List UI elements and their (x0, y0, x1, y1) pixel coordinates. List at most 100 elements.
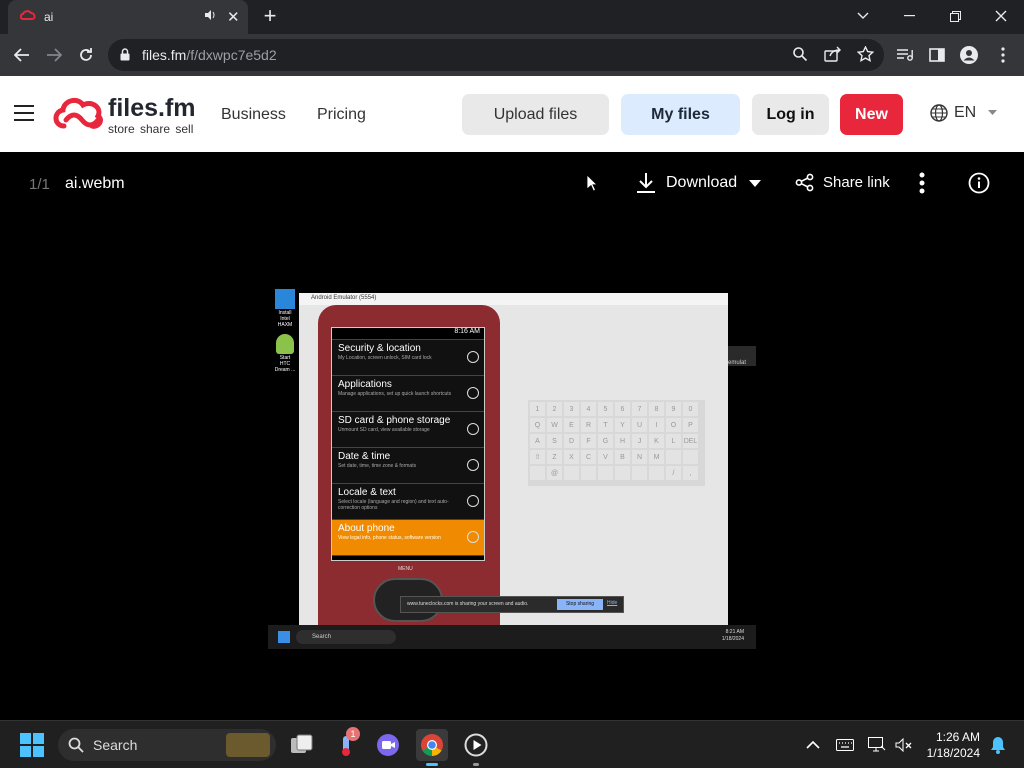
chevron-circle-icon (467, 531, 479, 543)
download-label: Download (666, 174, 738, 191)
clock-time: 1:26 AM (935, 730, 980, 744)
taskbar-search[interactable]: Search (58, 729, 276, 761)
language-code: EN (954, 104, 977, 121)
lock-icon[interactable] (120, 48, 130, 66)
download-button[interactable]: Download (636, 172, 762, 194)
share-icon (795, 173, 814, 192)
restore-button[interactable] (932, 0, 978, 32)
files-fm-favicon (19, 10, 36, 25)
media-player-icon[interactable] (460, 729, 492, 766)
profile-icon[interactable] (956, 43, 982, 67)
keyboard-icon[interactable] (829, 729, 861, 761)
keyboard-row: A S D F G H J K L DEL (528, 432, 705, 448)
chevron-circle-icon (467, 423, 479, 435)
video-player[interactable]: Install Intel HAXM Start HTC Dream ... e… (268, 286, 756, 651)
meet-icon[interactable] (372, 729, 404, 761)
settings-item[interactable]: SD card & phone storage Unmount SD card, … (332, 412, 484, 448)
chevron-circle-icon (467, 459, 479, 471)
zoom-search-icon[interactable] (792, 46, 808, 67)
mouse-cursor-icon (586, 174, 598, 197)
terminal-window: emulat (728, 346, 756, 366)
side-panel-icon[interactable] (924, 43, 950, 67)
share-notice-text: www.tuneclocks.com is sharing your scree… (407, 601, 529, 607)
settings-item[interactable]: Locale & text Select locale (language and… (332, 484, 484, 520)
chevron-down-icon (749, 179, 762, 187)
keyboard-row: 1234567890 (528, 400, 705, 416)
status-bar: 8:16 AM (332, 328, 484, 340)
files-fm-logo[interactable]: files.fm store share sell (52, 94, 196, 137)
brand-tagline: store share sell (108, 122, 194, 136)
media-controls-icon[interactable] (892, 43, 918, 67)
reload-icon[interactable] (73, 43, 99, 67)
login-button[interactable]: Log in (752, 94, 829, 135)
recorded-taskbar: Search 8:21 AM 1/18/2024 (268, 625, 756, 649)
caret-down-icon (988, 110, 998, 115)
tab-strip: ai ✕ + (0, 0, 1024, 34)
close-window-button[interactable] (978, 0, 1024, 32)
new-button[interactable]: New (840, 94, 903, 135)
running-indicator (473, 763, 479, 766)
emulator-title: Android Emulator (5554) (299, 293, 728, 305)
emulator-window: Android Emulator (5554) 8:16 AM Security… (299, 293, 728, 630)
settings-item[interactable]: Applications Manage applications, set up … (332, 376, 484, 412)
windows-logo-icon (278, 631, 290, 643)
keyboard-row: QWERTYUIOP (528, 416, 705, 432)
share-link-label: Share link (823, 174, 890, 191)
keyboard-row: ⇧ Z X C V B N M (528, 448, 705, 464)
info-icon[interactable] (968, 172, 990, 199)
my-files-button[interactable]: My files (621, 94, 740, 135)
nav-pricing[interactable]: Pricing (317, 106, 366, 124)
browser-tab[interactable]: ai ✕ (8, 0, 248, 34)
search-icon (68, 737, 84, 753)
viewer-toolbar: 1/1 ai.webm Download Share link (0, 152, 1024, 214)
speaker-icon[interactable] (204, 9, 216, 24)
nav-business[interactable]: Business (221, 106, 286, 124)
volume-muted-icon[interactable] (888, 729, 920, 761)
chrome-menu-icon[interactable] (990, 43, 1016, 67)
forward-icon[interactable] (41, 43, 67, 67)
share-page-icon[interactable] (824, 46, 842, 67)
hamburger-menu-icon[interactable] (14, 105, 34, 121)
recorded-search: Search (296, 630, 396, 644)
file-name: ai.webm (65, 175, 125, 192)
close-tab-icon[interactable]: ✕ (227, 8, 240, 26)
new-tab-button[interactable]: + (258, 4, 282, 28)
stop-sharing-button[interactable]: Stop sharing (557, 599, 603, 610)
keyboard-row: @ /, (528, 464, 705, 480)
address-bar[interactable]: files.fm/f/dxwpc7e5d2 (108, 39, 884, 71)
language-selector[interactable]: EN (930, 104, 998, 122)
settings-item-selected[interactable]: About phone View legal info, phone status… (332, 520, 484, 556)
task-view-icon[interactable] (286, 729, 318, 761)
start-button[interactable] (16, 729, 48, 761)
upload-files-button[interactable]: Upload files (462, 94, 609, 135)
desktop-icon: Install Intel HAXM (274, 289, 296, 328)
taskbar-clock[interactable]: 1:26 AM 1/18/2024 (922, 729, 980, 761)
more-options-icon[interactable] (919, 172, 925, 199)
bookmark-star-icon[interactable] (856, 45, 875, 67)
tab-search-icon[interactable] (840, 0, 886, 32)
clock-date: 1/18/2024 (926, 746, 980, 760)
weather-widget-icon[interactable]: 1 (330, 727, 362, 761)
brand-name: files.fm (108, 94, 196, 122)
chevron-circle-icon (467, 495, 479, 507)
hide-link[interactable]: Hide (607, 600, 617, 606)
minimize-button[interactable] (886, 0, 932, 32)
chrome-taskbar-icon[interactable] (416, 729, 448, 766)
back-icon[interactable] (9, 43, 35, 67)
chevron-up-icon[interactable] (797, 729, 829, 761)
notification-bell-icon[interactable] (982, 729, 1014, 761)
tab-title: ai (44, 10, 54, 24)
chevron-circle-icon (467, 351, 479, 363)
share-link-button[interactable]: Share link (795, 173, 890, 192)
taskbar-search-label: Search (93, 737, 138, 753)
file-viewer: 1/1 ai.webm Download Share link Install … (0, 152, 1024, 720)
screen-share-notice: www.tuneclocks.com is sharing your scree… (400, 596, 624, 613)
browser-toolbar: files.fm/f/dxwpc7e5d2 (0, 34, 1024, 76)
phone-frame: 8:16 AM Security & location My Location, … (318, 305, 500, 630)
windows-taskbar: Search 1 1:26 AM 1/18/2024 (0, 720, 1024, 768)
settings-item[interactable]: Date & time Set date, time, time zone & f… (332, 448, 484, 484)
globe-icon (930, 104, 948, 122)
active-indicator (426, 763, 438, 766)
chevron-circle-icon (467, 387, 479, 399)
settings-item[interactable]: Security & location My Location, screen u… (332, 340, 484, 376)
